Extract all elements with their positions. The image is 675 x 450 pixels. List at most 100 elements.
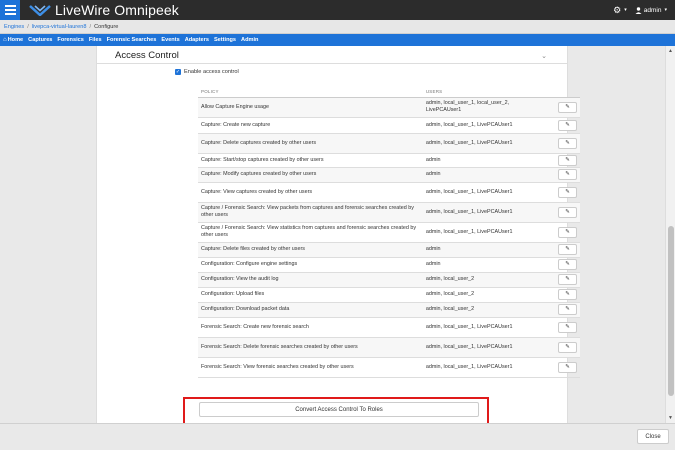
edit-policy-button[interactable]: ✎ — [558, 226, 577, 238]
settings-menu[interactable]: ⚙ ▾ — [613, 5, 627, 16]
policy-cell: Capture: Delete captures created by othe… — [198, 133, 423, 154]
content-area: Access Control ⌄ ✓ Enable access control… — [0, 46, 665, 423]
users-cell: admin, local_user_1, LivePCAUser1 — [422, 337, 545, 358]
nav-adapters[interactable]: Adapters — [185, 37, 209, 43]
edit-policy-button[interactable]: ✎ — [558, 119, 577, 131]
enable-access-control[interactable]: ✓ Enable access control — [175, 69, 239, 75]
users-cell: admin, local_user_1, LivePCAUser1 — [422, 182, 545, 203]
table-row: Capture: View captures created by other … — [198, 182, 580, 203]
gear-icon: ⚙ — [613, 4, 622, 15]
home-icon: ⌂ — [3, 37, 7, 43]
scroll-thumb[interactable] — [668, 226, 674, 396]
users-cell: admin, local_user_1, LivePCAUser1 — [422, 117, 545, 134]
convert-access-control-button[interactable]: Convert Access Control To Roles — [199, 402, 479, 417]
policy-cell: Forensic Search: Create new forensic sea… — [198, 317, 423, 338]
close-button[interactable]: Close — [637, 429, 669, 444]
edit-cell: ✎ — [544, 357, 580, 378]
edit-policy-button[interactable]: ✎ — [558, 137, 577, 149]
policy-cell: Configuration: Configure engine settings — [198, 257, 423, 273]
users-cell: admin — [422, 257, 545, 273]
nav-home[interactable]: ⌂Home — [3, 37, 23, 43]
edit-policy-button[interactable]: ✎ — [558, 154, 577, 166]
hamburger-icon[interactable] — [0, 0, 20, 20]
table-row: Configuration: Download packet data admin… — [198, 302, 580, 318]
users-cell: admin — [422, 153, 545, 168]
pencil-icon: ✎ — [565, 139, 570, 146]
scrollbar[interactable]: ▲ ▼ — [665, 46, 675, 423]
nav-admin[interactable]: Admin — [241, 37, 258, 43]
edit-policy-button[interactable]: ✎ — [558, 244, 577, 255]
edit-cell: ✎ — [544, 272, 580, 288]
edit-cell: ✎ — [544, 317, 580, 338]
edit-policy-button[interactable]: ✎ — [558, 259, 577, 270]
table-row: Configuration: Configure engine settings… — [198, 257, 580, 273]
user-menu[interactable]: admin ▾ — [635, 7, 667, 14]
column-header-edit — [544, 86, 580, 98]
nav-events[interactable]: Events — [161, 37, 179, 43]
enable-access-control-checkbox[interactable]: ✓ — [175, 69, 181, 75]
table-row: Forensic Search: Delete forensic searche… — [198, 337, 580, 358]
edit-cell: ✎ — [544, 257, 580, 273]
scroll-down-icon[interactable]: ▼ — [668, 415, 673, 421]
breadcrumb-engines[interactable]: Engines — [4, 24, 24, 30]
table-row: Configuration: View the audit log admin, … — [198, 272, 580, 288]
edit-cell: ✎ — [544, 302, 580, 318]
policy-cell: Capture: Create new capture — [198, 117, 423, 134]
chevron-down-icon[interactable]: ⌄ — [541, 52, 547, 60]
breadcrumb-current: Configure — [94, 23, 119, 30]
table-row: Allow Capture Engine usage admin, local_u… — [198, 97, 580, 118]
edit-cell: ✎ — [544, 222, 580, 243]
nav-forensics[interactable]: Forensics — [57, 37, 83, 43]
edit-policy-button[interactable]: ✎ — [558, 361, 577, 373]
edit-policy-button[interactable]: ✎ — [558, 274, 577, 285]
edit-policy-button[interactable]: ✎ — [558, 304, 577, 315]
policy-cell: Capture: Modify captures created by othe… — [198, 167, 423, 183]
edit-policy-button[interactable]: ✎ — [558, 206, 577, 218]
footer: Close — [0, 423, 675, 450]
table-row: Capture: Delete captures created by othe… — [198, 133, 580, 154]
policy-cell: Forensic Search: View forensic searches … — [198, 357, 423, 378]
users-cell: admin, local_user_1, LivePCAUser1 — [422, 222, 545, 243]
edit-cell: ✎ — [544, 97, 580, 118]
edit-policy-button[interactable]: ✎ — [558, 341, 577, 353]
table-row: Capture: Modify captures created by othe… — [198, 167, 580, 183]
pencil-icon: ✎ — [565, 246, 570, 253]
breadcrumb: Engines / livepca-virtual-lauren8 / Conf… — [0, 20, 675, 34]
pencil-icon: ✎ — [565, 291, 570, 298]
nav-captures[interactable]: Captures — [28, 37, 52, 43]
column-header-users: USERS — [422, 86, 545, 98]
edit-policy-button[interactable]: ✎ — [558, 186, 577, 198]
nav-forensic-searches[interactable]: Forensic Searches — [107, 37, 157, 43]
user-icon — [635, 6, 642, 14]
policy-cell: Allow Capture Engine usage — [198, 97, 423, 118]
enable-access-control-label: Enable access control — [184, 69, 239, 75]
table-row: Capture: Create new capture admin, local_… — [198, 117, 580, 134]
policy-table: POLICY USERS Allow Capture Engine usage a… — [198, 86, 580, 378]
edit-policy-button[interactable]: ✎ — [558, 169, 577, 180]
app-logo: LiveWire Omnipeek — [29, 2, 179, 18]
pencil-icon: ✎ — [565, 276, 570, 283]
scroll-up-icon[interactable]: ▲ — [668, 48, 673, 54]
pencil-icon: ✎ — [565, 208, 570, 215]
edit-policy-button[interactable]: ✎ — [558, 289, 577, 300]
edit-policy-button[interactable]: ✎ — [558, 321, 577, 333]
livewire-logo-icon — [29, 5, 51, 16]
edit-cell: ✎ — [544, 153, 580, 168]
nav-settings[interactable]: Settings — [214, 37, 236, 43]
table-row: Forensic Search: View forensic searches … — [198, 357, 580, 378]
pencil-icon: ✎ — [565, 188, 570, 195]
breadcrumb-engine[interactable]: livepca-virtual-lauren8 — [32, 24, 87, 30]
nav-files[interactable]: Files — [89, 37, 102, 43]
users-cell: admin — [422, 242, 545, 258]
edit-policy-button[interactable]: ✎ — [558, 101, 577, 113]
section-title: Access Control — [115, 50, 179, 61]
policy-cell: Capture: Start/stop captures created by … — [198, 153, 423, 168]
table-row: Capture / Forensic Search: View statisti… — [198, 222, 580, 243]
pencil-icon: ✎ — [565, 103, 570, 110]
pencil-icon: ✎ — [565, 171, 570, 178]
pencil-icon: ✎ — [565, 343, 570, 350]
pencil-icon: ✎ — [565, 323, 570, 330]
top-bar: LiveWire Omnipeek ⚙ ▾ admin ▾ — [0, 0, 675, 20]
policy-cell: Capture / Forensic Search: View statisti… — [198, 222, 423, 243]
pencil-icon: ✎ — [565, 228, 570, 235]
